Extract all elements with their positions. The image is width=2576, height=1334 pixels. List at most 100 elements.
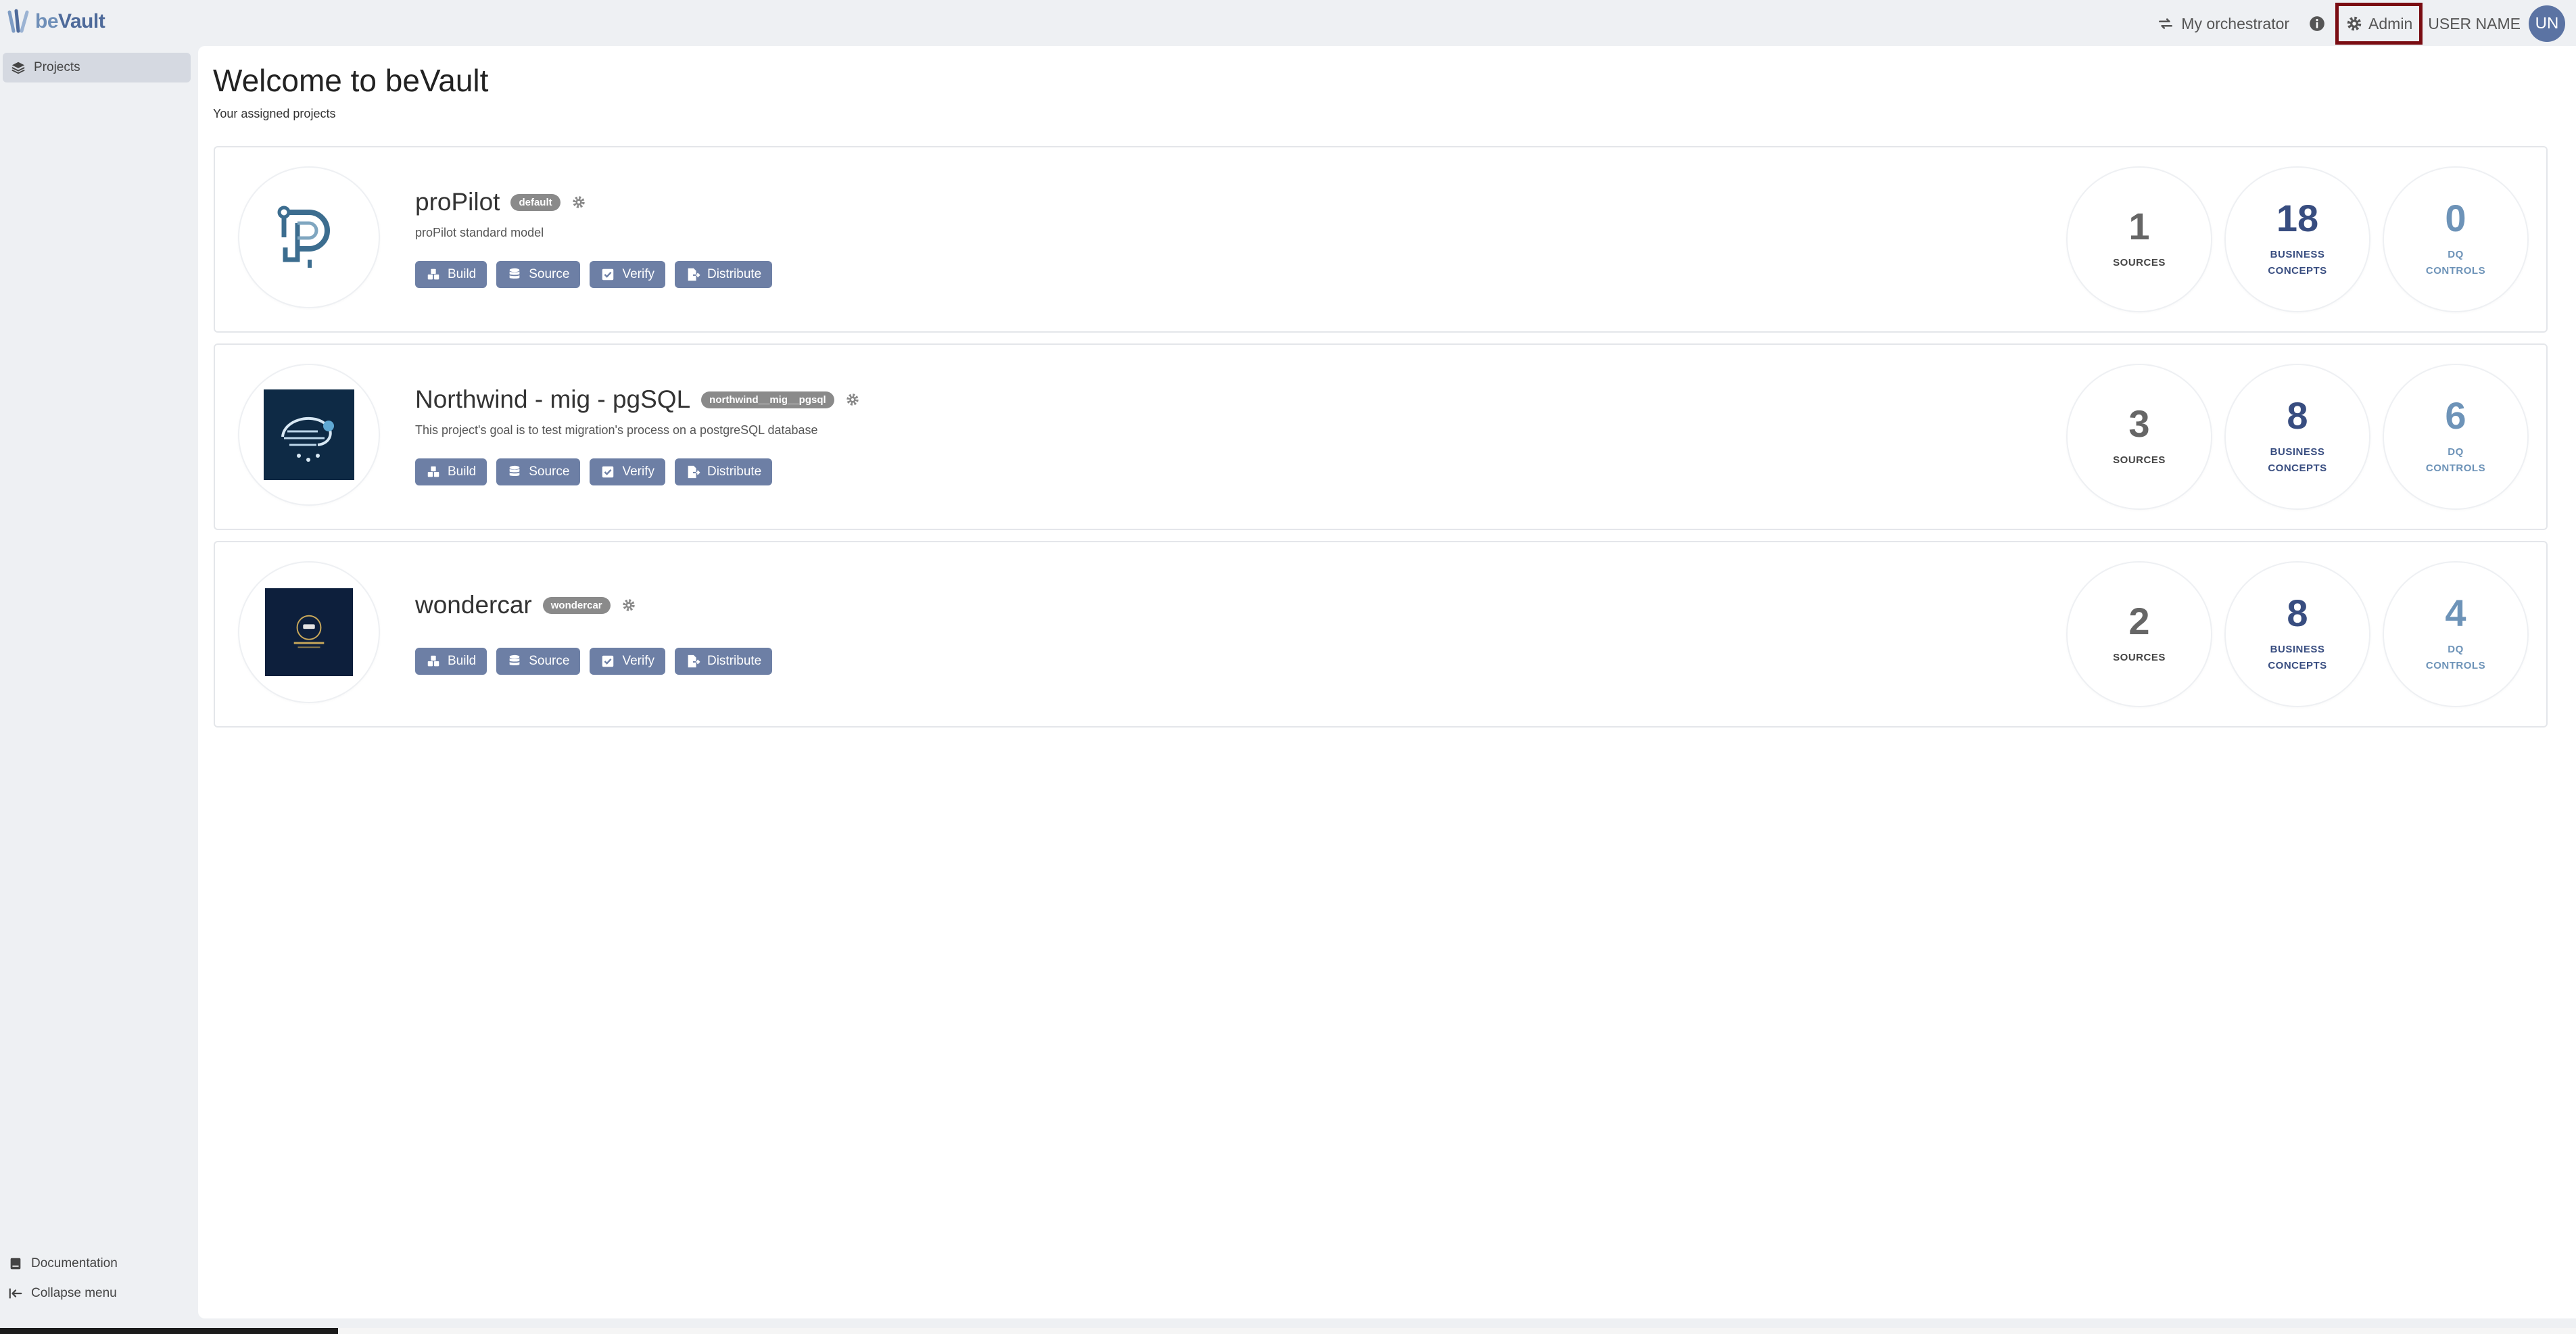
sidebar-item-label: Projects [34, 60, 80, 74]
sync-icon [2159, 18, 2173, 29]
orchestrator-link[interactable]: My orchestrator [2147, 3, 2299, 45]
project-card-propilot[interactable]: proPilot default proPilot standard model… [214, 146, 2548, 333]
dq-controls-stat[interactable]: 0 DQ CONTROLS [2384, 168, 2527, 311]
source-button[interactable]: Source [496, 261, 581, 288]
checkbox-icon [602, 466, 614, 478]
top-bar: beVault My orchestrator Admin USER NAME … [0, 0, 2576, 46]
project-card-northwind[interactable]: Northwind - mig - pgSQL northwind__mig__… [214, 343, 2548, 530]
checkbox-icon [602, 268, 614, 281]
project-settings-icon[interactable] [571, 195, 586, 210]
business-concepts-label: BUSINESS CONCEPTS [2268, 249, 2327, 277]
project-badge: northwind__mig__pgsql [701, 391, 834, 408]
project-actions: Build Source Verify Distribute [415, 648, 773, 675]
business-concepts-stat[interactable]: 8 BUSINESS CONCEPTS [2226, 365, 2369, 508]
collapse-menu-label: Collapse menu [31, 1286, 117, 1300]
orchestrator-label: My orchestrator [2181, 14, 2290, 32]
sources-label: SOURCES [2113, 652, 2166, 663]
business-concepts-stat[interactable]: 18 BUSINESS CONCEPTS [2226, 168, 2369, 311]
project-badge: default [510, 193, 560, 211]
file-export-icon [688, 465, 700, 479]
project-card-wondercar[interactable]: wondercar wondercar Build Source Verify … [214, 541, 2548, 728]
page-subtitle: Your assigned projects [213, 107, 336, 120]
propilot-logo-icon [277, 206, 330, 268]
database-icon [509, 465, 520, 476]
sidebar: Projects Documentation Collapse menu [0, 46, 196, 1334]
info-button[interactable] [2299, 3, 2335, 45]
sources-count: 2 [2128, 600, 2150, 642]
business-concepts-count: 8 [2287, 394, 2308, 437]
user-name[interactable]: USER NAME [2423, 15, 2529, 33]
build-button[interactable]: Build [415, 261, 487, 288]
documentation-link[interactable]: Documentation [8, 1256, 118, 1271]
distribute-button[interactable]: Distribute [674, 648, 773, 675]
dq-controls-stat[interactable]: 6 DQ CONTROLS [2384, 365, 2527, 508]
app-logo[interactable]: beVault [7, 8, 105, 35]
project-title: wondercar wondercar [415, 591, 636, 619]
project-badge: wondercar [542, 596, 611, 614]
project-settings-icon[interactable] [845, 392, 860, 407]
header-actions: My orchestrator Admin USER NAME UN [2147, 3, 2565, 45]
dq-controls-stat[interactable]: 4 DQ CONTROLS [2384, 563, 2527, 706]
sources-label: SOURCES [2113, 454, 2166, 466]
checkbox-icon [602, 655, 614, 667]
project-actions: Build Source Verify Distribute [415, 458, 773, 485]
source-button[interactable]: Source [496, 458, 581, 485]
dq-controls-label: DQ CONTROLS [2425, 446, 2486, 474]
page-title: Welcome to beVault [213, 63, 489, 98]
dq-controls-label: DQ CONTROLS [2425, 249, 2486, 277]
source-button[interactable]: Source [496, 648, 581, 675]
cubes-icon [427, 655, 439, 667]
database-icon [509, 268, 520, 279]
sidebar-item-projects[interactable]: Projects [3, 53, 191, 82]
project-logo [239, 168, 379, 307]
file-export-icon [688, 268, 700, 281]
window-bottom-edge [0, 1328, 2576, 1334]
verify-button[interactable]: Verify [590, 458, 665, 485]
project-title: proPilot default [415, 188, 586, 216]
business-concepts-count: 18 [2276, 197, 2319, 239]
build-button[interactable]: Build [415, 648, 487, 675]
project-logo [239, 365, 379, 504]
northwind-logo-icon [264, 389, 354, 480]
build-button[interactable]: Build [415, 458, 487, 485]
business-concepts-label: BUSINESS CONCEPTS [2268, 644, 2327, 671]
dq-controls-label: DQ CONTROLS [2425, 644, 2486, 671]
database-icon [509, 654, 520, 665]
dq-controls-count: 4 [2445, 592, 2466, 634]
dq-controls-count: 0 [2445, 197, 2466, 239]
project-description: proPilot standard model [415, 226, 544, 239]
project-name[interactable]: Northwind - mig - pgSQL [415, 385, 690, 414]
business-concepts-stat[interactable]: 8 BUSINESS CONCEPTS [2226, 563, 2369, 706]
dq-controls-count: 6 [2445, 394, 2466, 437]
verify-button[interactable]: Verify [590, 261, 665, 288]
project-description: This project's goal is to test migration… [415, 423, 818, 437]
project-settings-icon[interactable] [621, 598, 636, 613]
sources-stat[interactable]: 2 SOURCES [2068, 563, 2211, 706]
distribute-button[interactable]: Distribute [674, 458, 773, 485]
cubes-icon [427, 466, 439, 477]
wondercar-logo-icon [265, 588, 353, 676]
sources-count: 1 [2128, 205, 2150, 247]
sources-stat[interactable]: 1 SOURCES [2068, 168, 2211, 311]
business-concepts-label: BUSINESS CONCEPTS [2268, 446, 2327, 474]
project-logo [239, 563, 379, 702]
sources-count: 3 [2128, 402, 2150, 445]
sources-label: SOURCES [2113, 257, 2166, 268]
project-name[interactable]: proPilot [415, 188, 500, 216]
main-content: Welcome to beVault Your assigned project… [198, 46, 2576, 1318]
admin-label: Admin [2368, 14, 2413, 32]
bevault-logo-icon [7, 9, 29, 33]
admin-button[interactable]: Admin [2335, 3, 2423, 45]
verify-button[interactable]: Verify [590, 648, 665, 675]
collapse-menu-button[interactable]: Collapse menu [8, 1286, 117, 1301]
sources-stat[interactable]: 3 SOURCES [2068, 365, 2211, 508]
app-name: beVault [35, 10, 105, 32]
distribute-button[interactable]: Distribute [674, 261, 773, 288]
gear-icon [2347, 16, 2362, 31]
collapse-icon [9, 1288, 22, 1299]
project-name[interactable]: wondercar [415, 591, 532, 619]
documentation-label: Documentation [31, 1256, 118, 1270]
file-export-icon [688, 654, 700, 668]
avatar[interactable]: UN [2529, 5, 2565, 42]
book-icon [10, 1258, 21, 1270]
